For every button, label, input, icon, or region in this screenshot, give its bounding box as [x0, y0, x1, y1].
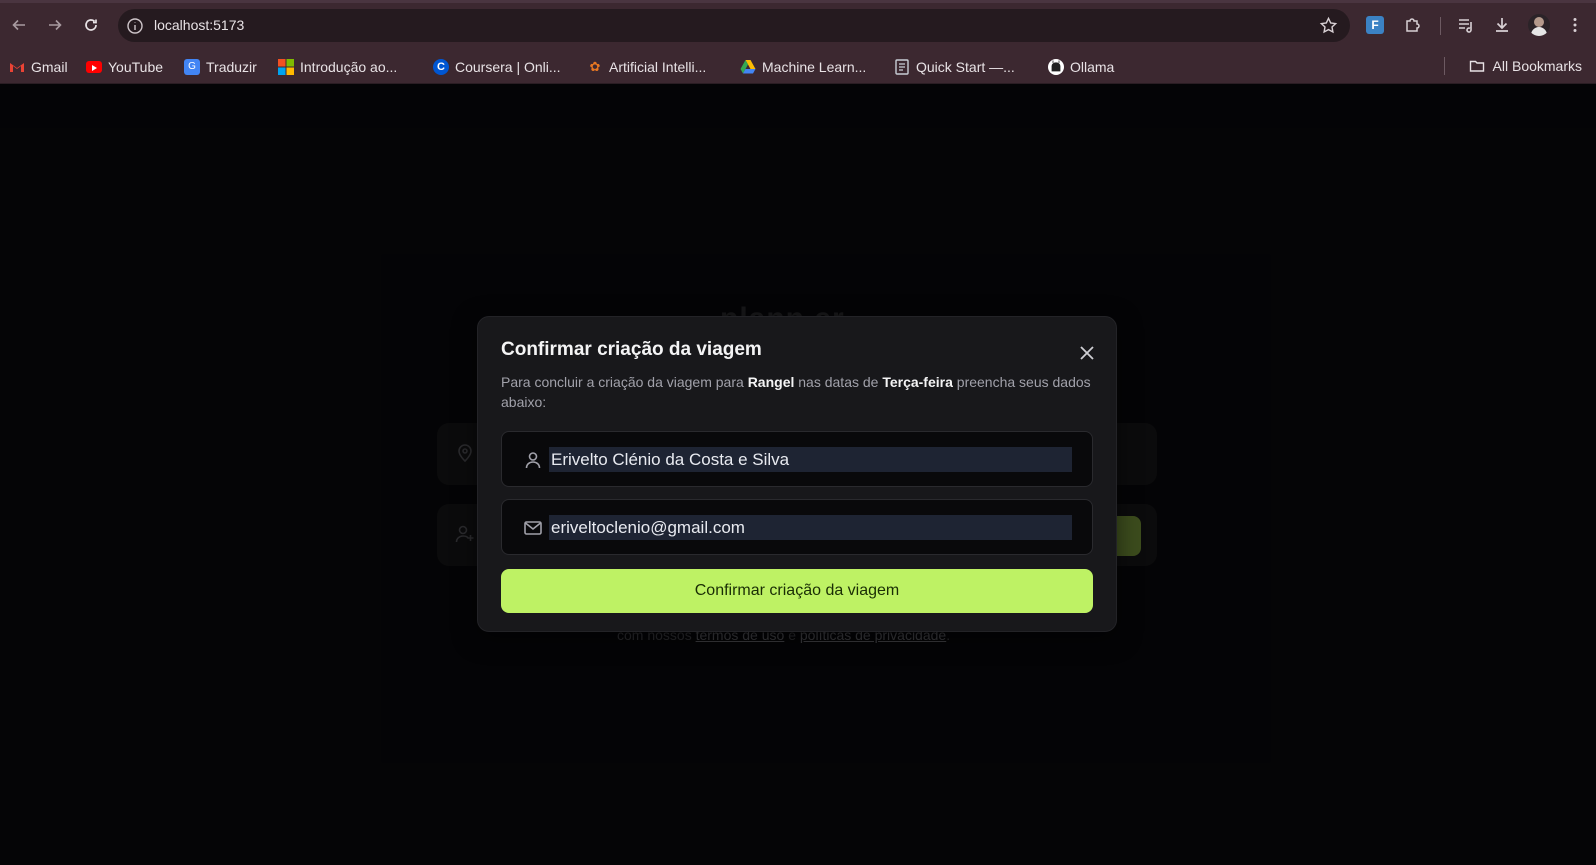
- bookmark-label: Quick Start —...: [916, 59, 1015, 75]
- bookmark-youtube[interactable]: YouTube: [86, 58, 163, 76]
- reload-button[interactable]: [79, 13, 103, 37]
- forward-button[interactable]: [43, 13, 67, 37]
- folder-icon: [1469, 60, 1484, 72]
- gmail-icon: [9, 59, 25, 75]
- more-vert-icon: [1573, 18, 1577, 32]
- name-input[interactable]: [549, 447, 1072, 472]
- arrow-left-icon: [12, 19, 25, 31]
- bookmark-label: Gmail: [31, 59, 68, 75]
- bookmark-machine-learning[interactable]: Machine Learn...: [740, 58, 866, 76]
- extensions-button[interactable]: [1402, 14, 1424, 36]
- bookmark-label: Artificial Intelli...: [609, 59, 707, 75]
- reload-icon: [85, 19, 97, 31]
- email-input[interactable]: [549, 515, 1072, 540]
- modal-description: Para concluir a criação da viagem para R…: [501, 372, 1093, 412]
- bookmarks-bar: Gmail YouTube G Traduzir Introdução ao..…: [0, 50, 1596, 84]
- back-button[interactable]: [7, 13, 31, 37]
- modal-title: Confirmar criação da viagem: [501, 339, 762, 360]
- bookmark-label: Traduzir: [206, 59, 257, 75]
- close-button[interactable]: [1076, 342, 1098, 364]
- bookmark-label: Introdução ao...: [300, 59, 398, 75]
- address-bar[interactable]: localhost:5173: [118, 9, 1350, 42]
- docs-icon: [894, 59, 910, 75]
- bookmark-gmail[interactable]: Gmail: [9, 58, 68, 76]
- user-icon: [525, 452, 541, 469]
- bookmark-traduzir[interactable]: G Traduzir: [184, 58, 257, 76]
- url-text[interactable]: localhost:5173: [154, 17, 244, 33]
- confirm-trip-button[interactable]: Confirmar criação da viagem: [501, 569, 1093, 613]
- tab-strip-edge: [0, 0, 1596, 3]
- ai-course-icon: ✿: [589, 59, 601, 74]
- bookmark-introducao[interactable]: Introdução ao...: [278, 58, 397, 76]
- youtube-icon: [86, 61, 102, 73]
- bookmark-ollama[interactable]: Ollama: [1048, 58, 1114, 76]
- confirm-trip-modal: Confirmar criação da viagem Para conclui…: [477, 316, 1117, 632]
- toolbar-separator: [1440, 17, 1441, 35]
- bookmark-quick-start[interactable]: Quick Start —...: [894, 58, 1015, 76]
- google-translate-icon: G: [184, 59, 200, 75]
- ollama-icon: [1048, 59, 1064, 75]
- bookmark-label: Ollama: [1070, 59, 1115, 75]
- all-bookmarks-button[interactable]: All Bookmarks: [1469, 58, 1582, 74]
- destination-name: Rangel: [747, 374, 795, 390]
- puzzle-icon: [1406, 18, 1420, 32]
- bookmark-label: Machine Learn...: [762, 59, 867, 75]
- bookmark-artificial-intelligence[interactable]: ✿ Artificial Intelli...: [587, 58, 707, 76]
- desc-text: Para concluir a criação da viagem para: [501, 374, 744, 390]
- bookmark-star-icon[interactable]: [1319, 16, 1338, 35]
- trip-dates: Terça-feira: [882, 374, 953, 390]
- desc-text: nas datas de: [798, 374, 879, 390]
- close-icon: [1080, 346, 1094, 360]
- media-controls-button[interactable]: [1455, 14, 1477, 36]
- email-field: [501, 499, 1093, 555]
- microsoft-icon: [278, 59, 294, 75]
- downloads-button[interactable]: [1491, 14, 1513, 36]
- coursera-icon: C: [433, 59, 449, 75]
- queue-music-icon: [1459, 19, 1472, 33]
- arrow-right-icon: [49, 19, 62, 31]
- mail-icon: [524, 521, 542, 535]
- all-bookmarks-label: All Bookmarks: [1492, 58, 1582, 74]
- site-info-icon[interactable]: [126, 17, 144, 35]
- profile-avatar[interactable]: [1528, 14, 1550, 36]
- extension-f-icon[interactable]: F: [1366, 16, 1384, 34]
- name-field: [501, 431, 1093, 487]
- browser-menu-button[interactable]: [1564, 14, 1586, 36]
- bookmarks-separator: [1444, 57, 1445, 75]
- bookmark-label: YouTube: [108, 59, 164, 75]
- download-icon: [1496, 18, 1508, 32]
- google-drive-icon: [740, 59, 756, 75]
- browser-toolbar: localhost:5173 F: [0, 0, 1596, 50]
- bookmark-coursera[interactable]: C Coursera | Onli...: [433, 58, 561, 76]
- bookmark-label: Coursera | Onli...: [455, 59, 561, 75]
